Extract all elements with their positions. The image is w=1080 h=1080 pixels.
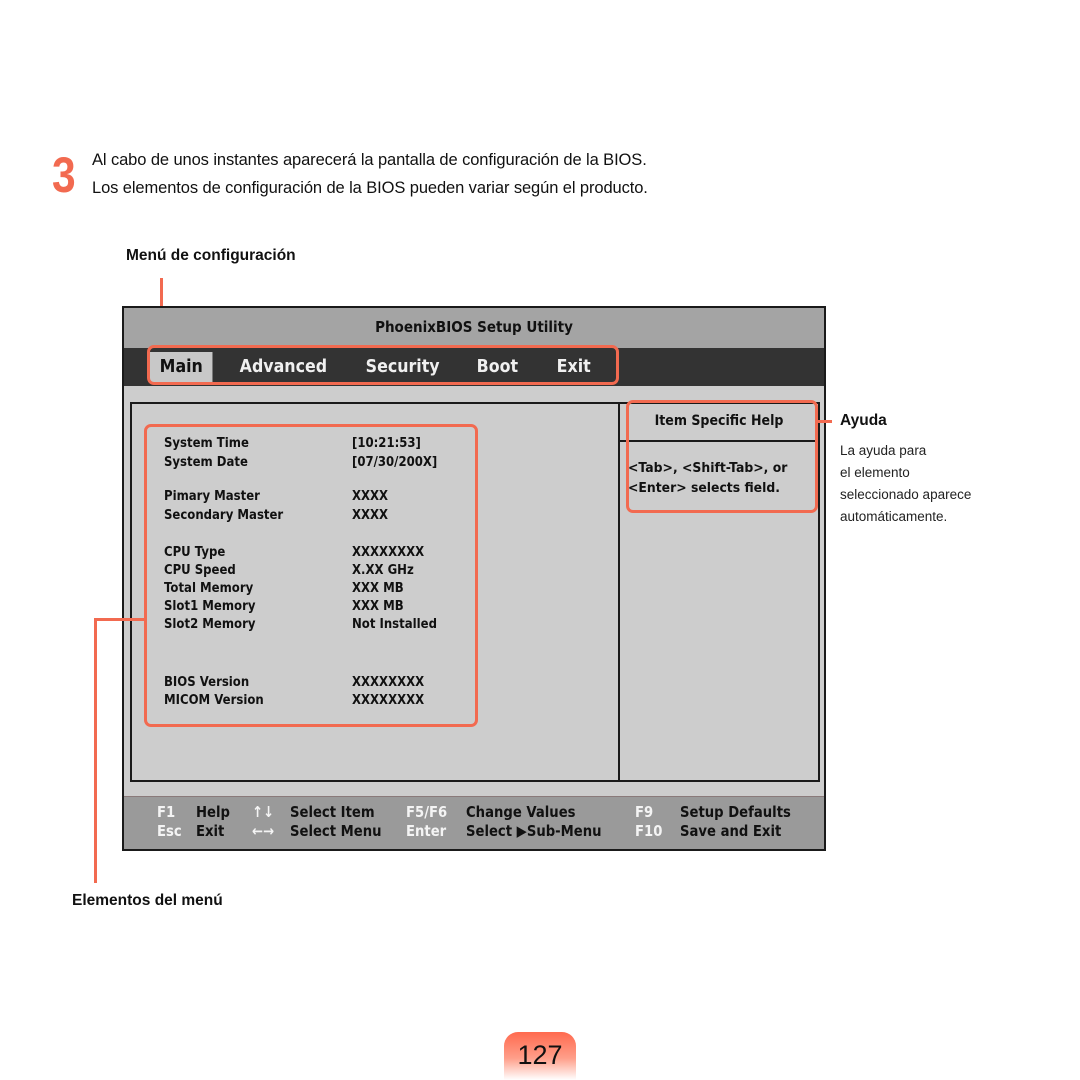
help-desc-line: seleccionado aparece: [840, 487, 972, 502]
help-highlight: [626, 400, 818, 513]
menu-items-leader-vertical: [94, 618, 97, 883]
key-desc: Exit: [196, 822, 225, 840]
menu-items-callout-label: Elementos del menú: [72, 892, 223, 909]
key-desc: Select Item: [290, 803, 375, 821]
key-f10[interactable]: F10: [635, 822, 662, 840]
arrow-left-right-icon[interactable]: ←→: [252, 822, 274, 840]
help-leader-line: [818, 420, 832, 423]
help-desc-line: La ayuda para: [840, 443, 927, 458]
menu-config-highlight: [147, 345, 619, 385]
menu-config-callout-label: Menú de configuración: [126, 247, 296, 264]
help-desc-line: el elemento: [840, 465, 910, 480]
key-f1[interactable]: F1: [157, 803, 175, 821]
step-text-line-2: Los elementos de configuración de la BIO…: [92, 179, 648, 197]
bios-title-bar: PhoenixBIOS Setup Utility: [124, 308, 824, 348]
key-desc: Select Menu: [290, 822, 382, 840]
key-desc: Help: [196, 803, 230, 821]
key-f9[interactable]: F9: [635, 803, 653, 821]
help-callout-label: Ayuda: [840, 412, 887, 429]
step-number: 3: [52, 147, 76, 203]
page-number-badge: 127: [504, 1032, 576, 1080]
arrow-up-down-icon[interactable]: ↑↓: [252, 803, 274, 821]
key-desc: Save and Exit: [680, 822, 782, 840]
panel-divider: [618, 404, 620, 780]
key-f5-f6[interactable]: F5/F6: [406, 803, 447, 821]
page-number: 127: [517, 1040, 563, 1070]
key-desc: Setup Defaults: [680, 803, 791, 821]
menu-items-highlight: [144, 424, 478, 727]
menu-items-leader-horizontal: [94, 618, 146, 621]
key-desc: Change Values: [466, 803, 576, 821]
bios-key-legend: F1 Help ↑↓ Select Item F5/F6 Change Valu…: [124, 796, 824, 849]
step-text-line-1: Al cabo de unos instantes aparecerá la p…: [92, 151, 647, 169]
key-esc[interactable]: Esc: [157, 822, 182, 840]
help-desc-line: automáticamente.: [840, 509, 948, 524]
key-enter[interactable]: Enter: [406, 822, 446, 840]
help-callout-description: La ayuda para el elemento seleccionado a…: [840, 440, 971, 528]
bios-title: PhoenixBIOS Setup Utility: [375, 318, 573, 336]
key-desc: Select ▶Sub-Menu: [466, 822, 602, 840]
